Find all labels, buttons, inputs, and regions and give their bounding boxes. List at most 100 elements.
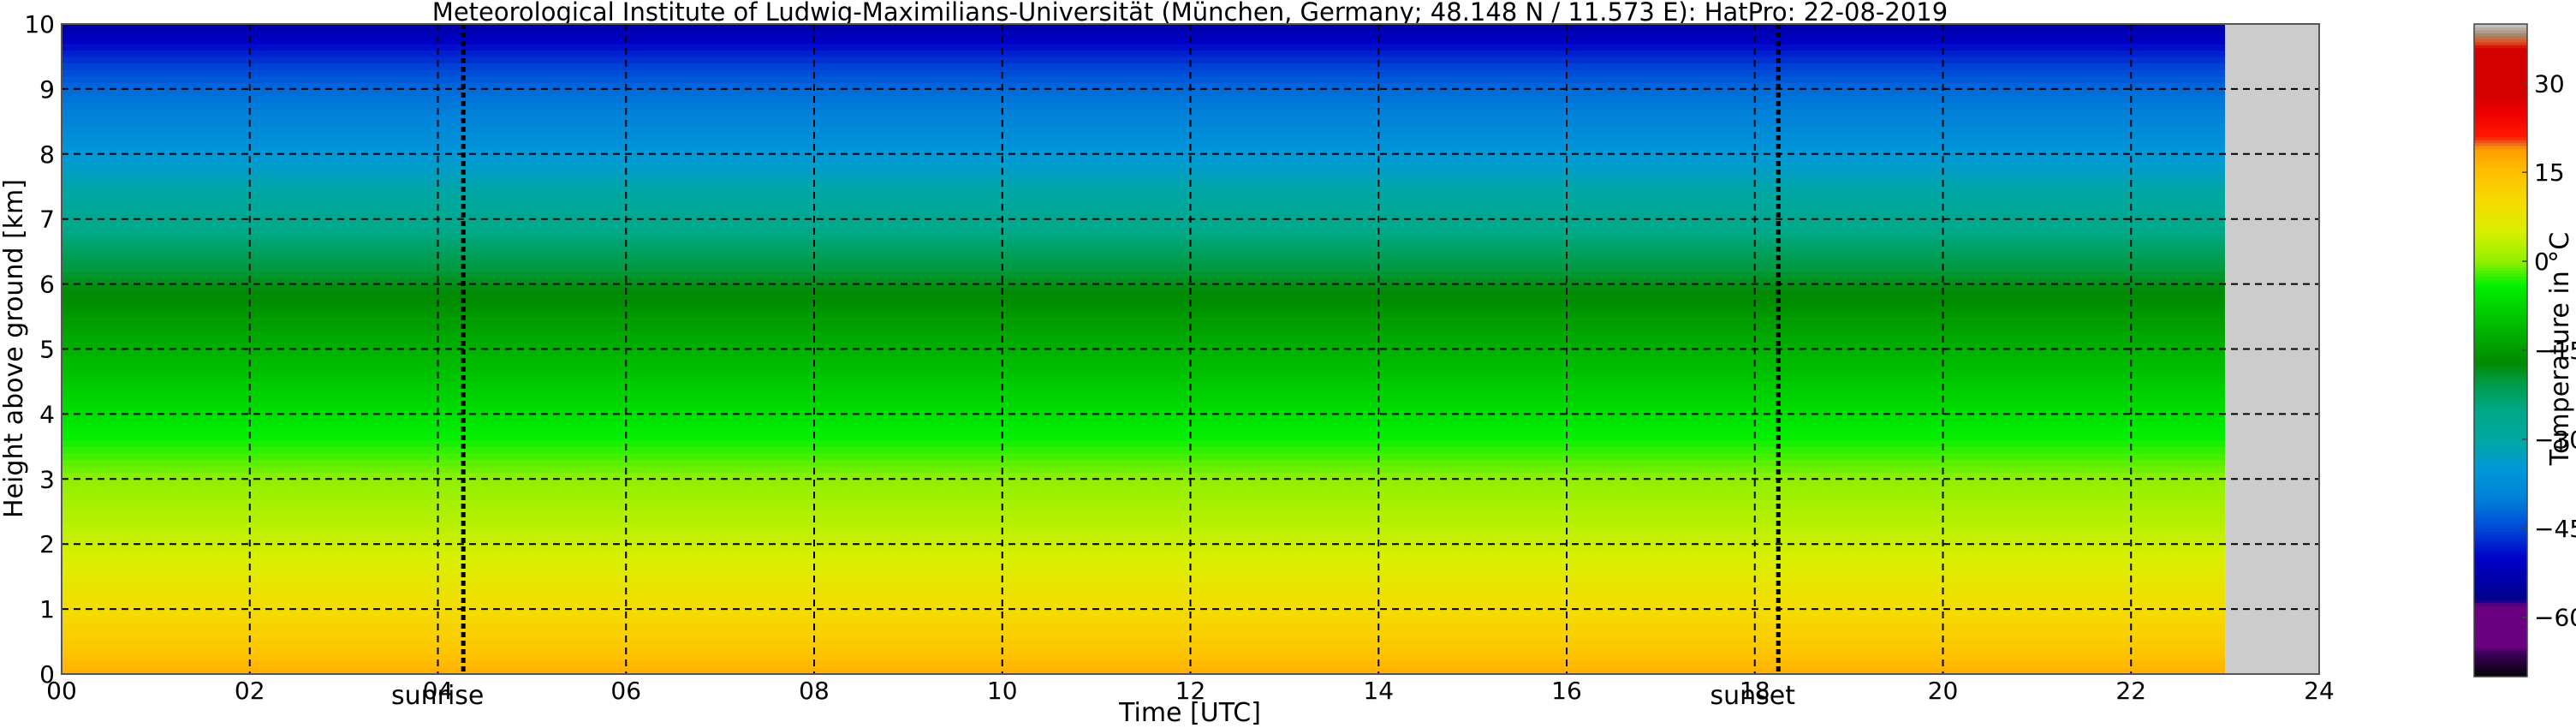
colorbar-segment [2474, 217, 2527, 221]
heatmap-cell [62, 439, 2226, 447]
colorbar-segment [2474, 213, 2527, 218]
colorbar-segment [2474, 477, 2527, 481]
colorbar-segment [2474, 582, 2527, 586]
heatmap-cell [62, 166, 2226, 175]
colorbar-segment [2474, 492, 2527, 497]
colorbar-segment [2474, 59, 2527, 63]
colorbar-segment [2474, 249, 2527, 254]
y-tick-label: 5 [39, 336, 55, 364]
colorbar-segment [2474, 252, 2527, 256]
colorbar-segment [2474, 189, 2527, 194]
colorbar-segment [2474, 110, 2527, 114]
colorbar-label: Temperature in °C [2545, 232, 2575, 466]
colorbar-segment [2474, 486, 2527, 491]
heatmap-cell [62, 134, 2226, 142]
temperature-heatmap-chart: Meteorological Institute of Ludwig-Maxim… [0, 0, 2576, 728]
x-tick-label: 06 [610, 677, 641, 705]
colorbar-segment [2474, 288, 2527, 292]
colorbar-segment [2474, 323, 2527, 327]
colorbar-segment [2474, 83, 2527, 87]
colorbar-segment [2474, 255, 2527, 260]
colorbar-segment [2474, 665, 2527, 669]
colorbar-segment [2474, 92, 2527, 96]
colorbar-segment [2474, 246, 2527, 250]
heatmap-cell [62, 108, 2226, 116]
heatmap-cell [62, 160, 2226, 168]
heatmap-cell [62, 128, 2226, 135]
heatmap-cell [62, 654, 2226, 662]
colorbar-segment [2474, 53, 2527, 57]
x-axis-label: Time [UTC] [1118, 698, 1261, 728]
colorbar-segment [2474, 653, 2527, 657]
colorbar-segment [2474, 406, 2527, 410]
heatmap-cell [62, 336, 2226, 343]
colorbar-segment [2474, 140, 2527, 144]
colorbar-segment [2474, 89, 2527, 93]
colorbar-segment [2474, 223, 2527, 227]
colorbar-segment [2474, 379, 2527, 384]
colorbar-segment [2474, 462, 2527, 467]
colorbar-segment [2474, 151, 2527, 155]
colorbar-segment [2474, 495, 2527, 499]
y-tick-label: 2 [39, 530, 55, 558]
colorbar-segment [2474, 596, 2527, 600]
heatmap-cell [62, 283, 2226, 291]
colorbar-segment [2474, 480, 2527, 485]
heatmap-cell [62, 479, 2226, 486]
colorbar-segment [2474, 350, 2527, 355]
y-tick-label: 9 [39, 75, 55, 104]
heatmap-cell [62, 75, 2226, 83]
heatmap-cell [62, 517, 2226, 526]
heatmap-cell [62, 582, 2226, 590]
colorbar-segment [2474, 442, 2527, 446]
heatmap-cell [62, 153, 2226, 161]
heatmap-cell [62, 290, 2226, 298]
colorbar-segment [2474, 445, 2527, 449]
heatmap-cell [62, 95, 2226, 103]
colorbar-segment [2474, 655, 2527, 659]
heatmap-cell [62, 271, 2226, 278]
colorbar-segment [2474, 243, 2527, 248]
heatmap-cell [62, 544, 2226, 552]
colorbar-segment [2474, 519, 2527, 523]
colorbar-segment [2474, 341, 2527, 345]
colorbar-segment [2474, 409, 2527, 414]
colorbar-segment [2474, 576, 2527, 580]
colorbar-segment [2474, 608, 2527, 612]
colorbar-segment [2474, 175, 2527, 179]
colorbar-segment [2474, 504, 2527, 509]
colorbar-segment [2474, 659, 2527, 663]
colorbar-segment [2474, 427, 2527, 432]
colorbar-segment [2474, 104, 2527, 108]
colorbar-segment [2474, 400, 2527, 404]
colorbar-segment [2474, 403, 2527, 408]
heatmap-cell [62, 492, 2226, 499]
colorbar-segment [2474, 347, 2527, 351]
colorbar-segment [2474, 451, 2527, 455]
colorbar-segment [2474, 282, 2527, 286]
colorbar-segment [2474, 258, 2527, 262]
colorbar-segment [2474, 483, 2527, 487]
x-tick-label: 16 [1551, 677, 1582, 705]
colorbar-segment [2474, 101, 2527, 105]
heatmap-cell [62, 524, 2226, 532]
heatmap-cell [62, 609, 2226, 617]
colorbar-segment [2474, 611, 2527, 615]
heatmap-cell [62, 193, 2226, 200]
colorbar-segment [2474, 45, 2527, 49]
heatmap-cell [62, 225, 2226, 233]
heatmap-cell [62, 452, 2226, 461]
colorbar-segment [2474, 566, 2527, 570]
x-tick-label: 24 [2304, 677, 2335, 705]
heatmap-cell [62, 329, 2226, 337]
colorbar-segment [2474, 284, 2527, 289]
colorbar-segment [2474, 122, 2527, 126]
heatmap-cell [62, 498, 2226, 506]
heatmap-cell [62, 115, 2226, 122]
colorbar-segment [2474, 560, 2527, 564]
x-tick-label: 18 [1740, 677, 1770, 705]
colorbar-segment [2474, 225, 2527, 230]
colorbar-segment [2474, 620, 2527, 624]
colorbar-segment [2474, 537, 2527, 541]
heatmap-cell [62, 641, 2226, 649]
